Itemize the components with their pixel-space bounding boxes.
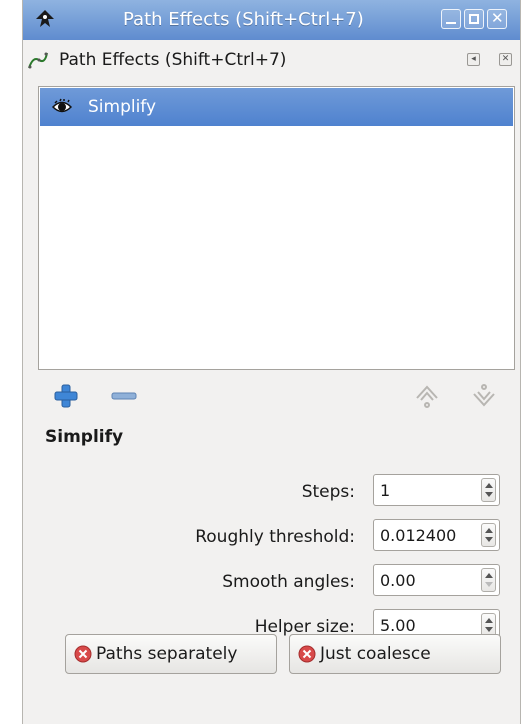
decrement-icon [485,582,493,587]
stop-icon [298,645,316,663]
smooth-angles-label: Smooth angles: [222,572,355,592]
dock-iconify-button[interactable]: ◂ [467,53,480,66]
dock-close-button[interactable]: ✕ [499,53,512,66]
remove-effect-button[interactable] [109,382,139,410]
just-coalesce-label: Just coalesce [320,644,431,664]
steps-spinbox[interactable]: 1 [373,474,500,506]
minimize-button[interactable] [441,9,461,29]
dock-title: Path Effects (Shift+Ctrl+7) [59,50,287,70]
threshold-spinbox[interactable]: 0.012400 [373,519,500,551]
lower-effect-button[interactable] [469,382,499,410]
path-effects-window: Path Effects (Shift+Ctrl+7) ✕ Path Effec… [22,0,521,724]
effects-list[interactable]: Simplify [38,86,515,370]
smooth-angles-stepper[interactable] [481,568,496,592]
increment-icon[interactable] [485,618,493,623]
effect-label: Simplify [88,97,157,117]
window-titlebar[interactable]: Path Effects (Shift+Ctrl+7) ✕ [23,0,520,40]
paths-separately-label: Paths separately [96,644,238,664]
threshold-stepper[interactable] [481,523,496,547]
decrement-icon[interactable] [485,627,493,632]
maximize-button[interactable] [464,9,484,29]
decrement-icon[interactable] [485,492,493,497]
inkscape-app-icon[interactable] [33,8,57,32]
close-icon: ✕ [501,54,510,64]
paths-separately-button[interactable]: Paths separately [65,634,277,674]
smooth-angles-value[interactable]: 0.00 [380,571,416,590]
steps-stepper[interactable] [481,478,496,502]
effect-list-item[interactable]: Simplify [40,88,513,126]
smooth-angles-spinbox[interactable]: 0.00 [373,564,500,596]
add-effect-button[interactable] [51,382,81,410]
steps-value[interactable]: 1 [380,481,390,500]
path-effects-icon [28,52,48,69]
window-title: Path Effects (Shift+Ctrl+7) [123,9,364,30]
stop-icon [74,645,92,663]
threshold-value[interactable]: 0.012400 [380,526,456,545]
arrow-down-icon [473,384,495,407]
close-icon: ✕ [491,9,504,27]
eye-icon[interactable] [52,98,72,116]
close-window-button[interactable]: ✕ [487,9,507,29]
plus-icon [54,384,78,408]
iconify-icon: ◂ [471,54,476,64]
helper-size-value[interactable]: 5.00 [380,616,416,635]
just-coalesce-button[interactable]: Just coalesce [289,634,501,674]
increment-icon[interactable] [485,573,493,578]
increment-icon[interactable] [485,483,493,488]
decrement-icon[interactable] [485,537,493,542]
arrow-up-icon [416,385,438,408]
increment-icon[interactable] [485,528,493,533]
raise-effect-button[interactable] [412,382,442,410]
minus-icon [111,392,137,400]
threshold-label: Roughly threshold: [195,527,355,547]
dock-header: Path Effects (Shift+Ctrl+7) ◂ ✕ [23,41,520,79]
effect-title: Simplify [45,427,124,447]
steps-label: Steps: [301,482,355,502]
